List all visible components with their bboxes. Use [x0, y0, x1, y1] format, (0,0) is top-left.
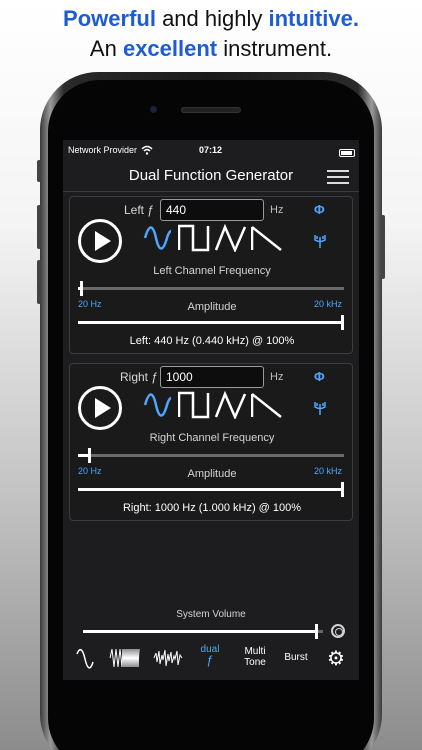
system-volume-slider[interactable] [83, 624, 323, 639]
left-amplitude-slider-thumb[interactable] [341, 315, 344, 330]
tab-sweep-icon[interactable] [109, 647, 141, 669]
tab-single-wave-icon[interactable] [75, 648, 95, 670]
left-frequency-label: Left Channel Frequency [153, 265, 271, 277]
triangle-wave-icon[interactable] [215, 391, 247, 419]
headline-text: instrument. [217, 36, 333, 61]
sine-wave-icon[interactable] [143, 391, 173, 419]
headline-word-excellent: excellent [122, 36, 218, 61]
carrier-label: Network Provider [68, 145, 138, 155]
tab-multi-tone[interactable]: Multi Tone [237, 646, 273, 680]
status-time: 07:12 [199, 145, 223, 155]
battery-icon [339, 149, 355, 157]
right-frequency-slider[interactable] [78, 448, 344, 463]
system-volume-slider-thumb[interactable] [315, 624, 318, 639]
left-frequency-slider-thumb[interactable] [80, 281, 83, 296]
right-amplitude-slider-thumb[interactable] [341, 482, 344, 497]
left-amplitude-slider[interactable] [78, 315, 344, 330]
square-wave-icon[interactable] [178, 391, 210, 419]
right-channel-label: Right ƒ [120, 370, 159, 384]
headline-line-1: Powerful and highly intuitive. [0, 6, 422, 32]
wifi-icon [141, 145, 153, 155]
phone-volume-down-button [37, 260, 41, 304]
left-frequency-input[interactable] [160, 199, 264, 221]
left-play-icon[interactable] [78, 219, 122, 263]
left-phase-button[interactable]: Φ [314, 202, 325, 217]
right-phase-button[interactable]: Φ [314, 369, 325, 384]
phone-power-button [381, 215, 385, 279]
tab-burst[interactable]: Burst [279, 652, 313, 680]
right-amplitude-slider[interactable] [78, 482, 344, 497]
earpiece-speaker [181, 107, 241, 113]
headline-word-powerful: Powerful [63, 6, 156, 31]
airplay-icon[interactable] [331, 624, 345, 638]
right-readout: Right: 1000 Hz (1.000 kHz) @ 100% [122, 502, 302, 514]
right-frequency-input[interactable] [160, 366, 264, 388]
left-frequency-unit: Hz [270, 204, 284, 216]
antenna-icon[interactable] [312, 400, 328, 416]
phone-mute-switch [37, 160, 41, 182]
app-screen: Network Provider 07:12 Dual Function Gen… [63, 140, 359, 680]
tab-burst-label: Burst [284, 652, 308, 663]
page-title: Dual Function Generator [128, 167, 294, 184]
right-frequency-slider-thumb[interactable] [88, 448, 91, 463]
menu-icon[interactable] [327, 170, 349, 184]
gear-icon[interactable]: ⚙ [327, 646, 345, 671]
tab-bar: dual ƒ Multi Tone Burst ⚙ [63, 640, 359, 680]
sine-wave-icon[interactable] [143, 224, 173, 252]
right-amplitude-slider-fill [78, 488, 344, 491]
sawtooth-wave-icon[interactable] [251, 391, 283, 419]
sawtooth-wave-icon[interactable] [251, 224, 283, 252]
right-frequency-unit: Hz [270, 371, 284, 383]
headline-word-intuitive: intuitive. [268, 6, 359, 31]
tab-dual[interactable]: dual ƒ [195, 644, 225, 680]
left-channel-label: Left ƒ [124, 203, 155, 217]
tab-multi-label: Multi [244, 646, 266, 657]
title-divider [63, 191, 359, 192]
headline-text: An [89, 36, 123, 61]
tab-noise-icon[interactable] [153, 647, 183, 669]
headline-text: and highly [155, 6, 269, 31]
tab-dual-symbol: ƒ [206, 653, 214, 667]
left-channel-panel: Left ƒ Hz Φ Left Channel Frequency 20 Hz… [69, 196, 353, 354]
right-channel-panel: Right ƒ Hz Φ Right Channel Frequency 20 … [69, 363, 353, 521]
left-amplitude-label: Amplitude [187, 301, 237, 313]
headline-line-2: An excellent instrument. [0, 36, 422, 62]
front-camera [150, 106, 157, 113]
system-volume-slider-fill [83, 630, 318, 633]
tab-tone-label: Tone [244, 657, 266, 668]
antenna-icon[interactable] [312, 233, 328, 249]
right-amplitude-label: Amplitude [187, 468, 237, 480]
right-frequency-label: Right Channel Frequency [149, 432, 275, 444]
right-play-icon[interactable] [78, 386, 122, 430]
triangle-wave-icon[interactable] [215, 224, 247, 252]
left-frequency-slider[interactable] [78, 281, 344, 296]
left-readout: Left: 440 Hz (0.440 kHz) @ 100% [129, 335, 295, 347]
square-wave-icon[interactable] [178, 224, 210, 252]
phone-volume-up-button [37, 205, 41, 249]
system-volume-label: System Volume [176, 609, 246, 620]
left-amplitude-slider-fill [78, 321, 344, 324]
